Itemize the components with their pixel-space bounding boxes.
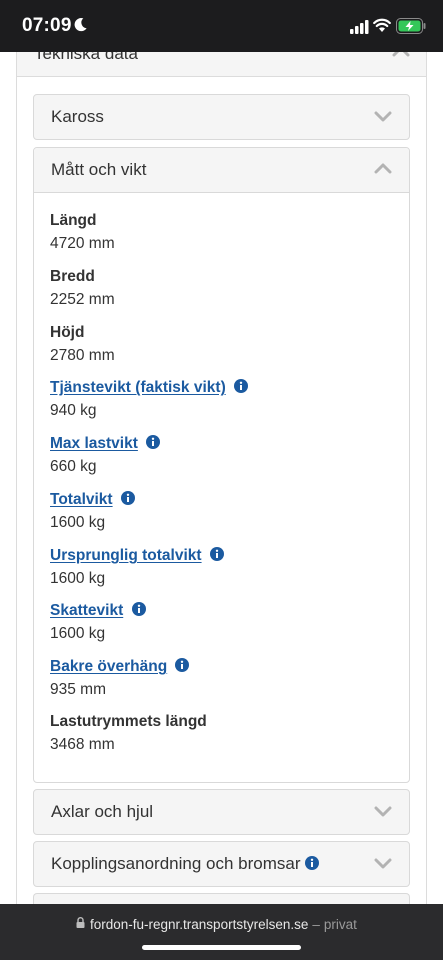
home-indicator[interactable] — [142, 945, 301, 950]
chevron-down-icon[interactable] — [374, 805, 392, 817]
ursprunglig-totalvikt-link[interactable]: Ursprunglig totalvikt — [50, 547, 202, 564]
field-value: 660 kg — [50, 458, 97, 475]
field-value: 1600 kg — [50, 514, 106, 531]
private-mode-label: privat — [323, 917, 357, 932]
chevron-down-icon[interactable] — [374, 857, 392, 869]
field-value: 935 mm — [50, 681, 106, 698]
url-domain: fordon-fu-regnr.transportstyrelsen.se — [90, 917, 309, 932]
max-lastvikt-link[interactable]: Max lastvikt — [50, 435, 138, 452]
bakre-overhang-link[interactable]: Bakre överhäng — [50, 658, 167, 675]
info-circle-icon[interactable] — [209, 547, 224, 561]
skattevikt-link[interactable]: Skattevikt — [50, 602, 123, 619]
field-ursprunglig-totalvikt: Ursprunglig totalvikt 1600 kg — [50, 546, 224, 589]
accordion-title: Axlar och hjul — [51, 802, 154, 821]
field-lastutrymmets-langd: Lastutrymmets längd 3468 mm — [50, 712, 207, 755]
browser-url[interactable]: fordon-fu-regnr.transportstyrelsen.se – pr… — [90, 917, 357, 932]
field-value: 4720 mm — [50, 235, 115, 252]
field-skattevikt: Skattevikt 1600 kg — [50, 601, 146, 644]
chevron-up-icon[interactable] — [374, 162, 392, 174]
moon-icon — [74, 18, 87, 32]
field-bakre-overhang: Bakre överhäng 935 mm — [50, 657, 190, 700]
info-circle-icon[interactable] — [304, 856, 319, 870]
totalvikt-link[interactable]: Totalvikt — [50, 491, 113, 508]
field-value: 1600 kg — [50, 625, 106, 642]
field-bredd: Bredd 2252 mm — [50, 267, 115, 310]
accordion-title: Mått och vikt — [51, 160, 147, 179]
accordion-kopplingsanordning-och-bromsar[interactable]: Kopplingsanordning och bromsar — [33, 841, 410, 887]
field-value: 940 kg — [50, 402, 97, 419]
field-label: Bredd — [50, 268, 95, 285]
field-max-lastvikt: Max lastvikt 660 kg — [50, 434, 161, 477]
accordion-title: Kopplingsanordning och bromsar — [51, 854, 301, 873]
field-value: 3468 mm — [50, 736, 115, 753]
info-circle-icon[interactable] — [146, 435, 161, 449]
info-circle-icon[interactable] — [175, 658, 190, 672]
accordion-axlar-och-hjul[interactable]: Axlar och hjul — [33, 789, 410, 835]
field-hojd: Höjd 2780 mm — [50, 323, 115, 366]
field-label: Höjd — [50, 324, 85, 341]
accordion-header[interactable]: Mått och vikt — [34, 148, 409, 193]
info-circle-icon[interactable] — [120, 491, 135, 505]
field-totalvikt: Totalvikt 1600 kg — [50, 490, 135, 533]
field-label: Lastutrymmets längd — [50, 713, 207, 730]
status-time: 07:09 — [22, 15, 72, 36]
field-label: Längd — [50, 212, 97, 229]
accordion-title-wrap: Kopplingsanordning och bromsar — [51, 854, 319, 874]
info-circle-icon[interactable] — [234, 379, 249, 393]
accordion-title: Kaross — [51, 107, 104, 126]
lock-icon — [76, 917, 85, 928]
tjanstevikt-link[interactable]: Tjänstevikt (faktisk vikt) — [50, 379, 226, 396]
wifi-icon — [373, 18, 391, 32]
info-circle-icon[interactable] — [131, 602, 146, 616]
battery-charging-icon — [396, 18, 426, 34]
field-value: 1600 kg — [50, 570, 106, 587]
field-value: 2780 mm — [50, 347, 115, 364]
browser-address-bar[interactable] — [0, 904, 443, 960]
field-value: 2252 mm — [50, 291, 115, 308]
url-separator: – — [312, 917, 320, 932]
status-bar: 07:09 — [0, 0, 443, 52]
accordion-kaross[interactable]: Kaross — [33, 94, 410, 140]
cellular-signal-icon — [350, 20, 369, 34]
accordion-matt-och-vikt: Mått och vikt Längd 4720 mm Bredd 2252 m… — [33, 147, 410, 783]
field-langd: Längd 4720 mm — [50, 211, 115, 254]
field-tjanstevikt: Tjänstevikt (faktisk vikt) 940 kg — [50, 378, 249, 421]
chevron-down-icon[interactable] — [374, 110, 392, 122]
